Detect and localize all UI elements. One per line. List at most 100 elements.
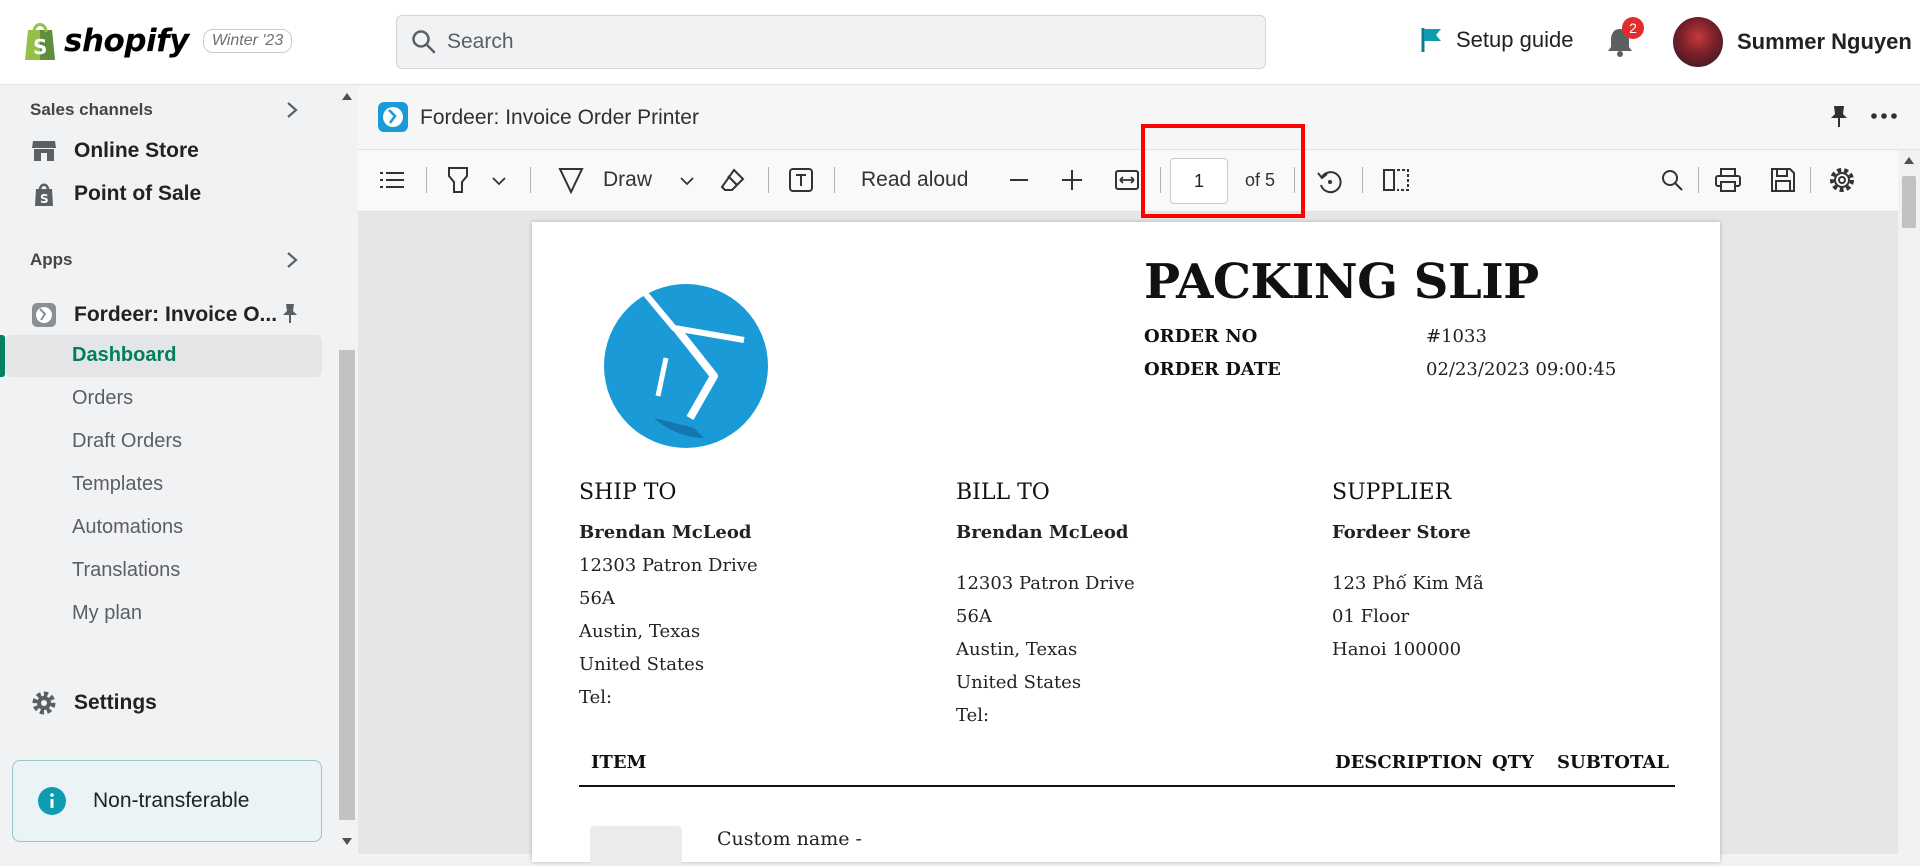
chevron-down-icon[interactable] (492, 176, 506, 186)
draw-button[interactable]: Draw (603, 168, 652, 192)
page-view-icon[interactable] (1382, 167, 1410, 193)
sidebar-item-label: Online Store (74, 139, 199, 162)
order-no-label: ORDER NO (1144, 326, 1258, 347)
read-aloud-button[interactable]: Read aloud (861, 168, 968, 192)
table-header-description: DESCRIPTION (1335, 752, 1483, 773)
sidebar: Sales channels Online Store S Point of S… (0, 86, 338, 854)
sales-channels-header[interactable]: Sales channels (30, 100, 153, 120)
setup-guide-button[interactable]: Setup guide (1420, 26, 1573, 54)
user-menu[interactable]: Summer Nguyen (1673, 17, 1912, 67)
viewer-scroll-thumb[interactable] (1902, 176, 1916, 228)
table-header-rule (579, 785, 1675, 787)
highlight-icon[interactable] (446, 166, 470, 194)
sidebar-item-translations[interactable]: Translations (72, 559, 180, 582)
bill-to-name: Brendan McLeod (956, 522, 1129, 543)
fordeer-app-icon (30, 301, 58, 329)
scroll-down-icon[interactable] (342, 838, 352, 846)
chevron-right-icon[interactable] (284, 250, 300, 270)
sidebar-item-point-of-sale[interactable]: S Point of Sale (30, 180, 201, 208)
pdf-toolbar: Draw Read aloud 1 of 5 (358, 150, 1920, 212)
svg-text:S: S (40, 192, 49, 206)
save-icon[interactable] (1770, 167, 1796, 193)
supplier-line: Hanoi 100000 (1332, 639, 1462, 660)
zoom-out-icon[interactable] (1010, 178, 1028, 182)
app-title: Fordeer: Invoice Order Printer (420, 106, 699, 129)
shopify-logo[interactable]: S shopify Winter '23 (22, 20, 293, 62)
fit-width-icon[interactable] (1114, 168, 1140, 192)
sidebar-item-draft-orders[interactable]: Draft Orders (72, 430, 182, 453)
print-icon[interactable] (1714, 167, 1742, 193)
info-icon (38, 787, 66, 815)
bill-to-line: Tel: (956, 705, 990, 726)
toolbar-divider (426, 167, 427, 193)
order-date-label: ORDER DATE (1144, 359, 1281, 380)
brand-wordmark: shopify (64, 23, 189, 59)
shopify-bag-icon: S (25, 23, 55, 60)
toolbar-divider (1810, 167, 1811, 193)
pin-icon[interactable] (280, 302, 300, 324)
chevron-down-icon[interactable] (680, 176, 694, 186)
eraser-icon[interactable] (720, 167, 746, 193)
page-counter-highlight (1141, 124, 1305, 218)
rotate-icon[interactable] (1316, 167, 1344, 195)
supplier-line: 123 Phố Kim Mã (1332, 573, 1484, 594)
sidebar-item-my-plan[interactable]: My plan (72, 602, 142, 625)
ship-to-line: 12303 Patron Drive (579, 555, 758, 576)
table-header-subtotal: SUBTOTAL (1557, 752, 1670, 773)
avatar (1673, 17, 1723, 67)
sidebar-item-automations[interactable]: Automations (72, 516, 183, 539)
sidebar-item-dashboard[interactable]: Dashboard (72, 344, 176, 367)
sidebar-item-templates[interactable]: Templates (72, 473, 163, 496)
document-title: PACKING SLIP (1144, 254, 1539, 310)
ship-to-name: Brendan McLeod (579, 522, 752, 543)
edition-badge: Winter '23 (202, 29, 293, 53)
active-item-indicator (0, 335, 5, 377)
contents-list-icon[interactable] (380, 170, 404, 190)
ship-to-heading: SHIP TO (579, 480, 677, 505)
text-box-icon[interactable] (788, 167, 814, 193)
viewer-scrollbar[interactable] (1898, 150, 1920, 854)
apps-header[interactable]: Apps (30, 250, 73, 270)
search-icon[interactable] (1660, 168, 1684, 192)
supplier-name: Fordeer Store (1332, 522, 1471, 543)
pdf-page: PACKING SLIP ORDER NO #1033 ORDER DATE 0… (532, 222, 1720, 866)
supplier-heading: SUPPLIER (1332, 480, 1452, 505)
order-date-value: 02/23/2023 09:00:45 (1426, 359, 1617, 380)
sidebar-item-label: Point of Sale (74, 182, 202, 205)
sidebar-item-fordeer-app[interactable]: Fordeer: Invoice O... (30, 301, 277, 329)
gear-icon[interactable] (1828, 166, 1856, 194)
table-header-qty: QTY (1492, 752, 1534, 773)
draw-pen-icon[interactable] (558, 166, 584, 194)
fordeer-document-logo (604, 278, 768, 448)
more-options-icon[interactable] (1870, 104, 1898, 128)
pin-icon[interactable] (1828, 104, 1850, 128)
bill-to-heading: BILL TO (956, 480, 1050, 505)
zoom-in-icon[interactable] (1062, 170, 1082, 190)
bill-to-line: 12303 Patron Drive (956, 573, 1135, 594)
sidebar-scroll-thumb[interactable] (339, 350, 355, 820)
chevron-right-icon[interactable] (284, 100, 300, 120)
svg-text:S: S (33, 35, 47, 59)
search-input[interactable]: Search (396, 15, 1266, 69)
pos-bag-icon: S (30, 180, 58, 208)
bill-to-line: Austin, Texas (956, 639, 1078, 660)
ship-to-line: United States (579, 654, 705, 675)
toolbar-divider (768, 167, 769, 193)
toolbar-divider (834, 167, 835, 193)
flag-icon (1421, 28, 1441, 52)
gear-icon (30, 689, 58, 717)
scroll-up-icon[interactable] (342, 92, 352, 100)
toolbar-divider (1362, 167, 1363, 193)
banner-text: Non-transferable (93, 789, 250, 812)
sidebar-item-orders[interactable]: Orders (72, 387, 133, 410)
scroll-up-icon[interactable] (1904, 156, 1914, 164)
notification-count-badge: 2 (1622, 17, 1644, 39)
ship-to-line: Tel: (579, 687, 613, 708)
toolbar-divider (530, 167, 531, 193)
sidebar-item-online-store[interactable]: Online Store (30, 137, 199, 165)
sidebar-item-settings[interactable]: Settings (30, 689, 157, 717)
user-name: Summer Nguyen (1737, 29, 1912, 54)
sidebar-item-label: Fordeer: Invoice O... (74, 303, 278, 326)
search-icon (412, 30, 436, 54)
setup-guide-label: Setup guide (1456, 27, 1574, 52)
